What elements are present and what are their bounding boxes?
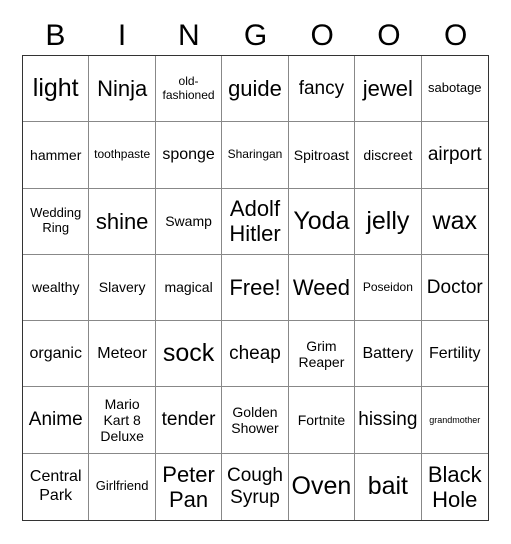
- bingo-cell[interactable]: Golden Shower: [222, 387, 289, 454]
- bingo-cell[interactable]: grandmother: [421, 387, 488, 454]
- header-letter-o2: O: [377, 19, 401, 52]
- bingo-cell[interactable]: old-fashioned: [155, 56, 223, 123]
- bingo-cell[interactable]: Fertility: [421, 321, 488, 388]
- header-letter-b: B: [45, 19, 66, 52]
- bingo-cell[interactable]: Spitroast: [288, 122, 356, 189]
- bingo-cell[interactable]: Ninja: [89, 56, 156, 123]
- bingo-cell[interactable]: Sharingan: [222, 122, 289, 189]
- bingo-cell[interactable]: Peter Pan: [156, 453, 223, 520]
- bingo-cell[interactable]: shine: [89, 188, 156, 255]
- bingo-cell[interactable]: jewel: [355, 56, 422, 123]
- bingo-cell[interactable]: sabotage: [421, 56, 488, 123]
- header-letter-g: G: [243, 19, 268, 52]
- bingo-cell[interactable]: Anime: [23, 387, 90, 454]
- bingo-cell[interactable]: Poseidon: [355, 254, 422, 322]
- bingo-cell[interactable]: jelly: [355, 188, 422, 255]
- bingo-cell[interactable]: Adolf Hitler: [222, 188, 289, 255]
- bingo-cell[interactable]: wax: [421, 189, 488, 255]
- bingo-card-grid: light Ninja old-fashioned guide fancy je…: [22, 55, 489, 521]
- bingo-cell[interactable]: Mario Kart 8 Deluxe: [89, 387, 156, 454]
- bingo-cell[interactable]: cheap: [222, 321, 289, 388]
- bingo-header: B I N G O O O: [22, 18, 489, 54]
- bingo-cell[interactable]: bait: [355, 453, 422, 520]
- bingo-cell[interactable]: wealthy: [23, 254, 90, 322]
- bingo-cell[interactable]: light: [23, 56, 90, 123]
- bingo-cell[interactable]: magical: [155, 254, 223, 322]
- bingo-cell[interactable]: Yoda: [288, 188, 356, 255]
- bingo-cell[interactable]: hissing: [355, 387, 422, 454]
- header-letter-i: I: [117, 19, 127, 52]
- bingo-cell[interactable]: Fortnite: [288, 387, 356, 454]
- bingo-cell[interactable]: Meteor: [89, 321, 156, 388]
- bingo-cell[interactable]: hammer: [23, 122, 90, 189]
- bingo-cell[interactable]: Weed: [288, 254, 356, 322]
- bingo-cell[interactable]: Oven: [289, 453, 356, 520]
- bingo-cell[interactable]: Swamp: [155, 188, 223, 255]
- bingo-cell[interactable]: toothpaste: [89, 122, 156, 189]
- bingo-cell[interactable]: Cough Syrup: [222, 453, 289, 520]
- bingo-cell[interactable]: fancy: [288, 56, 356, 123]
- bingo-cell[interactable]: Wedding Ring: [23, 188, 90, 255]
- bingo-cell[interactable]: airport: [421, 122, 488, 189]
- header-letter-n: N: [177, 19, 200, 52]
- bingo-cell[interactable]: Grim Reaper: [288, 321, 356, 388]
- bingo-cell[interactable]: Battery: [355, 321, 422, 388]
- bingo-cell[interactable]: Black Hole: [422, 454, 488, 520]
- bingo-cell[interactable]: guide: [222, 56, 289, 123]
- header-letter-o1: O: [310, 19, 334, 52]
- bingo-cell[interactable]: discreet: [355, 122, 422, 189]
- free-space-cell[interactable]: Free!: [222, 254, 289, 322]
- bingo-cell[interactable]: Doctor: [421, 255, 488, 322]
- bingo-cell[interactable]: Central Park: [23, 453, 90, 520]
- bingo-cell[interactable]: Slavery: [89, 254, 156, 322]
- bingo-cell[interactable]: Girlfriend: [89, 453, 156, 520]
- bingo-cell[interactable]: sponge: [155, 122, 223, 189]
- bingo-cell[interactable]: tender: [155, 387, 223, 454]
- bingo-cell[interactable]: organic: [23, 321, 90, 388]
- bingo-cell[interactable]: sock: [155, 321, 223, 388]
- header-letter-o3: O: [443, 19, 468, 52]
